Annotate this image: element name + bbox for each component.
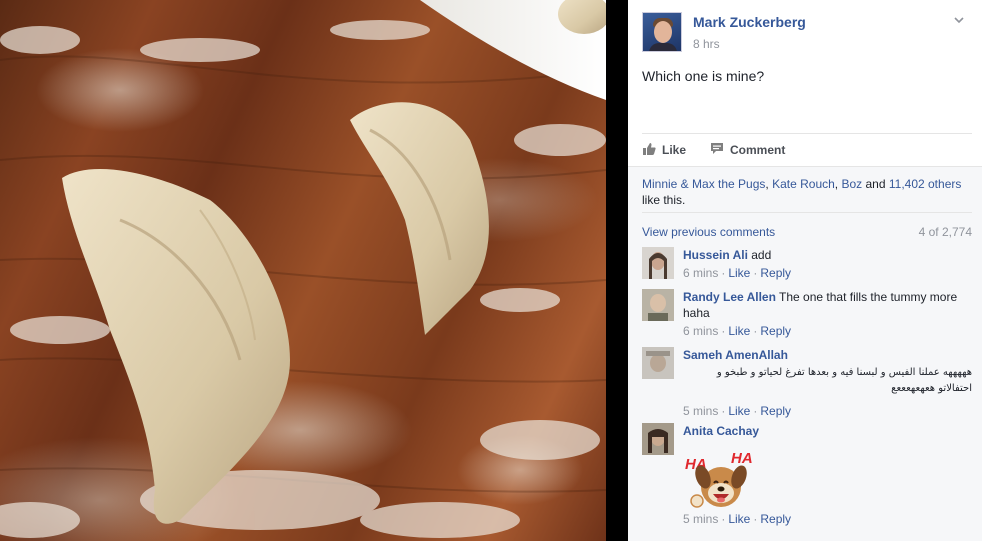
author-avatar[interactable]: [642, 12, 682, 52]
commenter-avatar[interactable]: [642, 347, 674, 379]
comment-like-link[interactable]: Like: [728, 404, 750, 418]
likes-summary: Minnie & Max the Pugs, Kate Rouch, Boz a…: [642, 177, 962, 207]
comment-time[interactable]: 5 mins: [683, 512, 718, 526]
post-header: Mark Zuckerberg 8 hrs: [642, 12, 970, 54]
commenter-name[interactable]: Randy Lee Allen: [683, 290, 776, 304]
post-photo[interactable]: [0, 0, 606, 541]
liker-link[interactable]: Boz: [841, 177, 862, 191]
comment-time[interactable]: 6 mins: [683, 324, 718, 338]
view-previous-comments-link[interactable]: View previous comments: [642, 225, 775, 239]
comment-time[interactable]: 6 mins: [683, 266, 718, 280]
haha-dog-sticker[interactable]: HA HA: [683, 443, 755, 509]
liker-link[interactable]: Kate Rouch: [772, 177, 835, 191]
like-button[interactable]: Like: [642, 142, 686, 158]
post-actions: Like Comment: [642, 141, 809, 159]
commenter-name[interactable]: Sameh AmenAllah: [683, 348, 788, 362]
divider: [642, 133, 972, 134]
comment-like-link[interactable]: Like: [728, 266, 750, 280]
commenter-name[interactable]: Anita Cachay: [683, 424, 759, 438]
thumbs-up-icon: [642, 142, 656, 158]
liker-link[interactable]: Minnie & Max the Pugs: [642, 177, 765, 191]
comment-time[interactable]: 5 mins: [683, 404, 718, 418]
comment-reply-link[interactable]: Reply: [760, 266, 791, 280]
comment-like-link[interactable]: Like: [728, 324, 750, 338]
comment-text: هههههه عملنا الفيس و لبسنا فيه و بعدها ت…: [716, 367, 972, 394]
comment-text: add: [751, 248, 772, 262]
commenter-avatar[interactable]: [642, 289, 674, 321]
commenter-avatar[interactable]: [642, 423, 674, 455]
comment-reply-link[interactable]: Reply: [760, 324, 791, 338]
reactions-and-comments: Minnie & Max the Pugs, Kate Rouch, Boz a…: [628, 166, 982, 541]
likes-others-link[interactable]: 11,402 others: [889, 177, 962, 191]
sticker-text: HA: [731, 450, 753, 467]
comments-header: View previous comments 4 of 2,774: [642, 225, 972, 239]
divider: [642, 212, 972, 213]
comment-count: 4 of 2,774: [918, 225, 972, 239]
like-label: Like: [662, 143, 687, 157]
comment-reply-link[interactable]: Reply: [760, 512, 791, 526]
comment-label: Comment: [730, 143, 786, 157]
post-text: Which one is mine?: [642, 68, 765, 84]
post-side-panel: Mark Zuckerberg 8 hrs Which one is mine?…: [628, 0, 982, 541]
author-name[interactable]: Mark Zuckerberg: [693, 14, 806, 30]
comment-button[interactable]: Comment: [710, 142, 785, 158]
dumplings-image: [0, 0, 606, 538]
comment-reply-link[interactable]: Reply: [760, 404, 791, 418]
post-timestamp[interactable]: 8 hrs: [693, 37, 720, 51]
commenter-name[interactable]: Hussein Ali: [683, 248, 748, 262]
speech-bubble-icon: [710, 142, 724, 158]
chevron-down-icon[interactable]: [952, 14, 966, 28]
comment-like-link[interactable]: Like: [728, 512, 750, 526]
commenter-avatar[interactable]: [642, 247, 674, 279]
